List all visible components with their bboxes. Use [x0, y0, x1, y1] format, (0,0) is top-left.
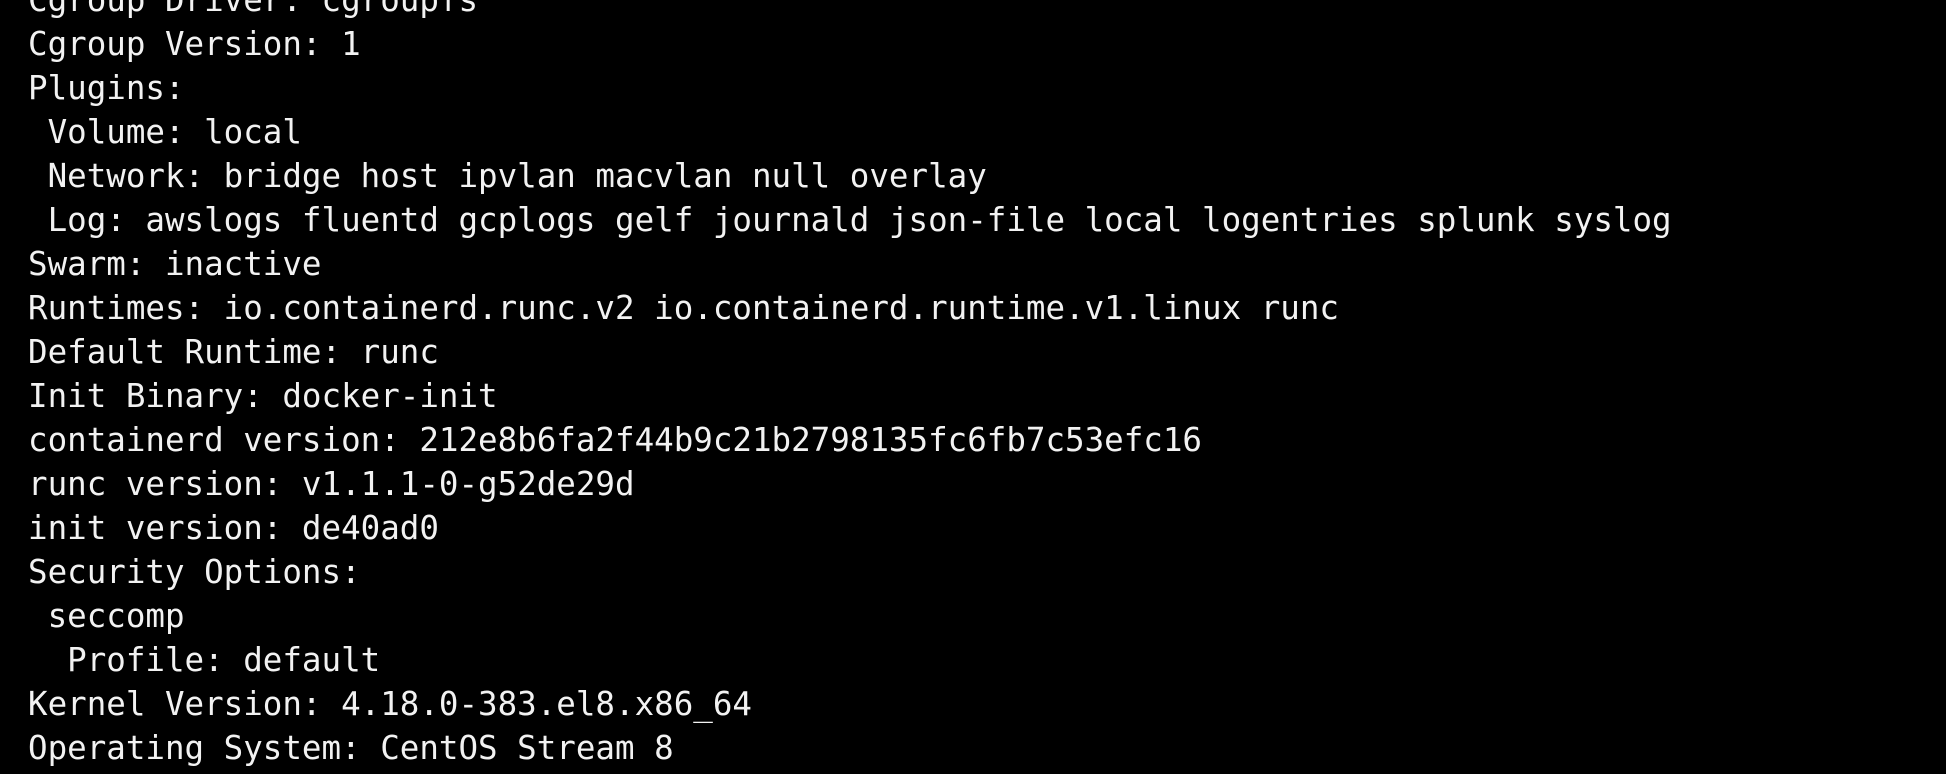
output-line-profile: Profile: default: [28, 641, 381, 679]
output-line-init-version: init version: de40ad0: [28, 509, 439, 547]
output-line-init-binary: Init Binary: docker-init: [28, 377, 498, 415]
output-line-plugins: Plugins:: [28, 69, 185, 107]
terminal-output: Cgroup Driver: cgroupfs Cgroup Version: …: [28, 0, 1672, 770]
output-line-security-options: Security Options:: [28, 553, 361, 591]
output-line-default-runtime: Default Runtime: runc: [28, 333, 439, 371]
output-line-network: Network: bridge host ipvlan macvlan null…: [28, 157, 987, 195]
terminal-window[interactable]: Cgroup Driver: cgroupfs Cgroup Version: …: [0, 0, 1946, 774]
output-line-cgroup-version: Cgroup Version: 1: [28, 25, 361, 63]
output-line-runtimes: Runtimes: io.containerd.runc.v2 io.conta…: [28, 289, 1339, 327]
output-line-volume: Volume: local: [28, 113, 302, 151]
output-line-log: Log: awslogs fluentd gcplogs gelf journa…: [28, 201, 1672, 239]
output-line-seccomp: seccomp: [28, 597, 185, 635]
output-line-swarm: Swarm: inactive: [28, 245, 322, 283]
output-line-cgroup-driver: Cgroup Driver: cgroupfs: [28, 0, 479, 19]
output-line-operating-system: Operating System: CentOS Stream 8: [28, 729, 674, 767]
output-line-runc-version: runc version: v1.1.1-0-g52de29d: [28, 465, 635, 503]
output-line-kernel-version: Kernel Version: 4.18.0-383.el8.x86_64: [28, 685, 752, 723]
output-line-containerd-version: containerd version: 212e8b6fa2f44b9c21b2…: [28, 421, 1202, 459]
